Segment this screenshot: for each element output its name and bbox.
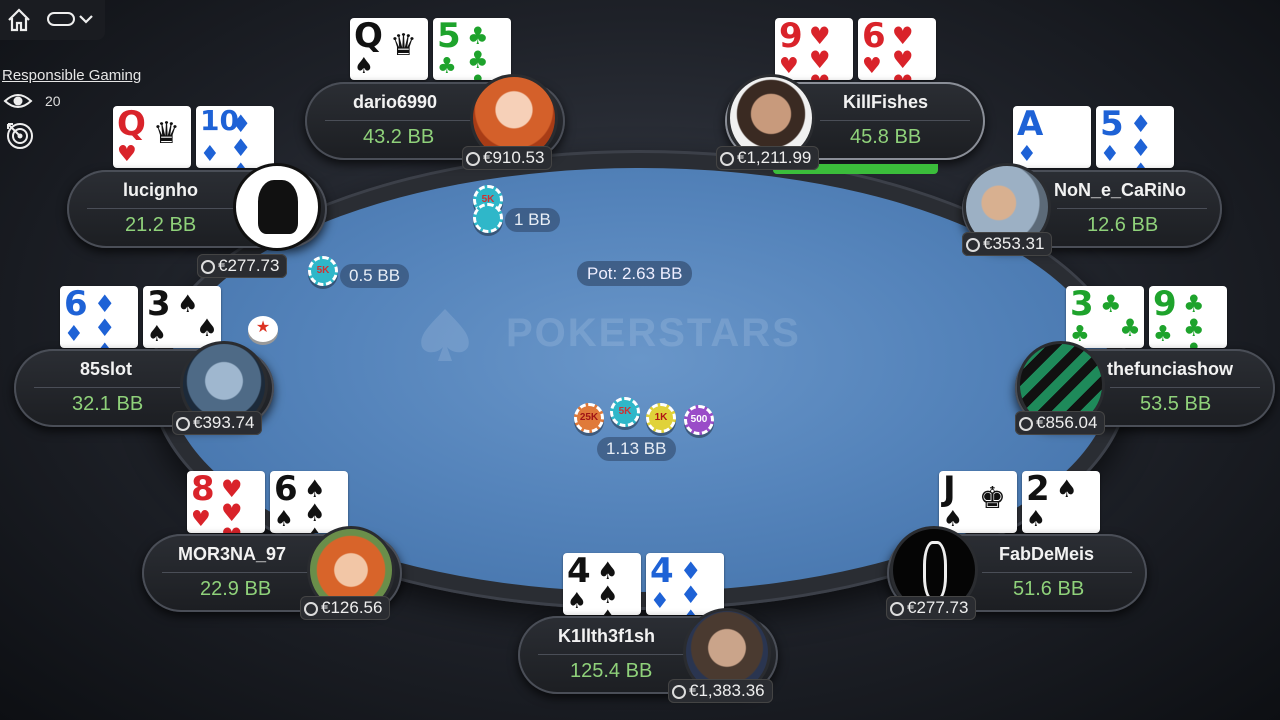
hole-card: 5 ♣ ♣ ♣♣ ♣ (433, 18, 511, 80)
player-stack: 32.1 BB (72, 393, 144, 415)
hole-card: 9 ♥ ♥ ♥♥ ♥ (775, 18, 853, 80)
chip-25k: 25K (574, 403, 604, 433)
chip-stack (473, 203, 503, 233)
hole-card: Q ♠ ♛ (350, 18, 428, 80)
player-name: dario6990 (353, 92, 438, 112)
player-balance: €1,383.36 (668, 679, 773, 703)
target-icon[interactable] (4, 120, 36, 152)
hole-card: 6 ♥ ♥ ♥♥ ♥ (858, 18, 936, 80)
hole-card: 6 ♦ ♦ ♦♦ ♦ (60, 286, 138, 348)
hole-card: 6 ♠ ♠ ♠♠ ♠ (270, 471, 348, 533)
player-stack: 22.9 BB (200, 578, 272, 600)
hole-card: 8 ♥ ♥ ♥♥ ♥ (187, 471, 265, 533)
player-name: FabDeMeis (999, 544, 1095, 564)
player-stack: 51.6 BB (1013, 578, 1085, 600)
chip-500: 500 (684, 405, 714, 435)
pokerstars-watermark: POKERSTARS (410, 305, 890, 365)
center-bet-label: 1.13 BB (597, 437, 676, 461)
player-balance: €277.73 (197, 254, 288, 278)
player-balance: €856.04 (1015, 411, 1106, 435)
player-balance: €910.53 (462, 146, 553, 170)
hole-card: 10 ♦ ♦ ♦♦ ♦ (196, 106, 274, 168)
player-balance: €277.73 (886, 596, 977, 620)
player-name: KillFishes (843, 92, 929, 112)
player-stack: 43.2 BB (363, 126, 435, 148)
hole-card: J ♠ ♚ (939, 471, 1017, 533)
hole-card: 4 ♠ ♠ ♠♠ ♠ (563, 553, 641, 615)
player-name: 85slot (80, 359, 133, 379)
hole-card: 3 ♣ ♣ ♣ (1066, 286, 1144, 348)
player-stack: 21.2 BB (125, 214, 197, 236)
player-name: thefunciashow (1107, 359, 1234, 379)
player-balance: €393.74 (172, 411, 263, 435)
hole-card: Q ♥ ♛ (113, 106, 191, 168)
bet-label-dario6990: 1 BB (505, 208, 560, 232)
spectator-count: 20 (45, 93, 61, 109)
player-name: lucignho (123, 180, 198, 200)
chip-5k: 5K (308, 256, 338, 286)
player-balance: €1,211.99 (716, 146, 820, 170)
hole-card: 5 ♦ ♦ ♦♦ ♦ (1096, 106, 1174, 168)
player-stack: 45.8 BB (850, 126, 922, 148)
chip-5k: 5K (610, 397, 640, 427)
hole-card: 9 ♣ ♣ ♣♣ ♣ (1149, 286, 1227, 348)
home-icon[interactable] (6, 7, 32, 33)
eye-icon (3, 94, 33, 108)
player-stack: 12.6 BB (1087, 214, 1159, 236)
chip-1k: 1K (646, 403, 676, 433)
player-stack: 125.4 BB (570, 660, 653, 682)
hole-card: A ♦ (1013, 106, 1091, 168)
responsible-gaming-link[interactable]: Responsible Gaming (2, 67, 141, 84)
player-stack: 53.5 BB (1140, 393, 1212, 415)
player-balance: €353.31 (962, 232, 1053, 256)
hole-card: 4 ♦ ♦ ♦♦ ♦ (646, 553, 724, 615)
hole-card: 2 ♠ ♠ (1022, 471, 1100, 533)
player-name: K1llth3f1sh (558, 626, 656, 646)
bet-label-lucignho: 0.5 BB (340, 264, 410, 288)
hole-card: 3 ♠ ♠ ♠ (143, 286, 221, 348)
player-balance: €126.56 (300, 596, 391, 620)
menu-toggle-icon[interactable] (46, 8, 98, 30)
pot-label: Pot: 2.63 BB (577, 261, 693, 286)
dealer-button: ★ (248, 316, 278, 342)
player-name: NoN_e_CaRiNo (1054, 180, 1187, 200)
avatar[interactable] (233, 163, 321, 251)
player-name: MOR3NA_97 (178, 544, 287, 564)
